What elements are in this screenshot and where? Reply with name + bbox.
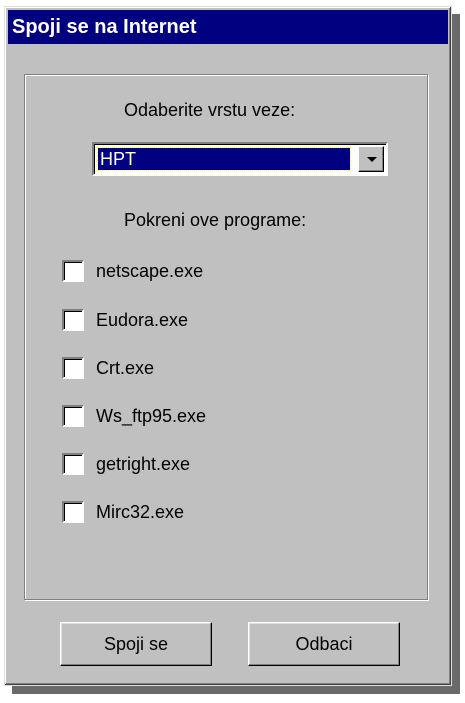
checkbox-label[interactable]: Crt.exe	[96, 357, 154, 379]
chevron-down-icon	[367, 157, 377, 162]
window-title: Spoji se na Internet	[8, 10, 448, 44]
connection-type-label: Odaberite vrstu veze:	[124, 100, 296, 120]
checkbox-label[interactable]: Ws_ftp95.exe	[96, 405, 206, 427]
checkbox[interactable]	[62, 260, 84, 282]
connection-type-select[interactable]: HPT	[92, 142, 388, 176]
connect-button[interactable]: Spoji se	[60, 622, 212, 666]
checkbox[interactable]	[62, 357, 84, 379]
window-shadow-right	[452, 14, 460, 692]
checkbox[interactable]	[62, 309, 84, 331]
checkbox-label[interactable]: netscape.exe	[96, 260, 203, 282]
cancel-button[interactable]: Odbaci	[248, 622, 400, 666]
dropdown-button[interactable]	[358, 146, 384, 172]
checkbox-label[interactable]: Mirc32.exe	[96, 501, 184, 523]
programs-label: Pokreni ove programe:	[124, 210, 307, 230]
checkbox-label[interactable]: Eudora.exe	[96, 309, 188, 331]
checkbox[interactable]	[62, 453, 84, 475]
checkbox-label[interactable]: getright.exe	[96, 453, 190, 475]
checkbox[interactable]	[62, 405, 84, 427]
window-shadow-bottom	[12, 686, 460, 694]
connection-type-value[interactable]: HPT	[97, 147, 351, 171]
checkbox[interactable]	[62, 501, 84, 523]
